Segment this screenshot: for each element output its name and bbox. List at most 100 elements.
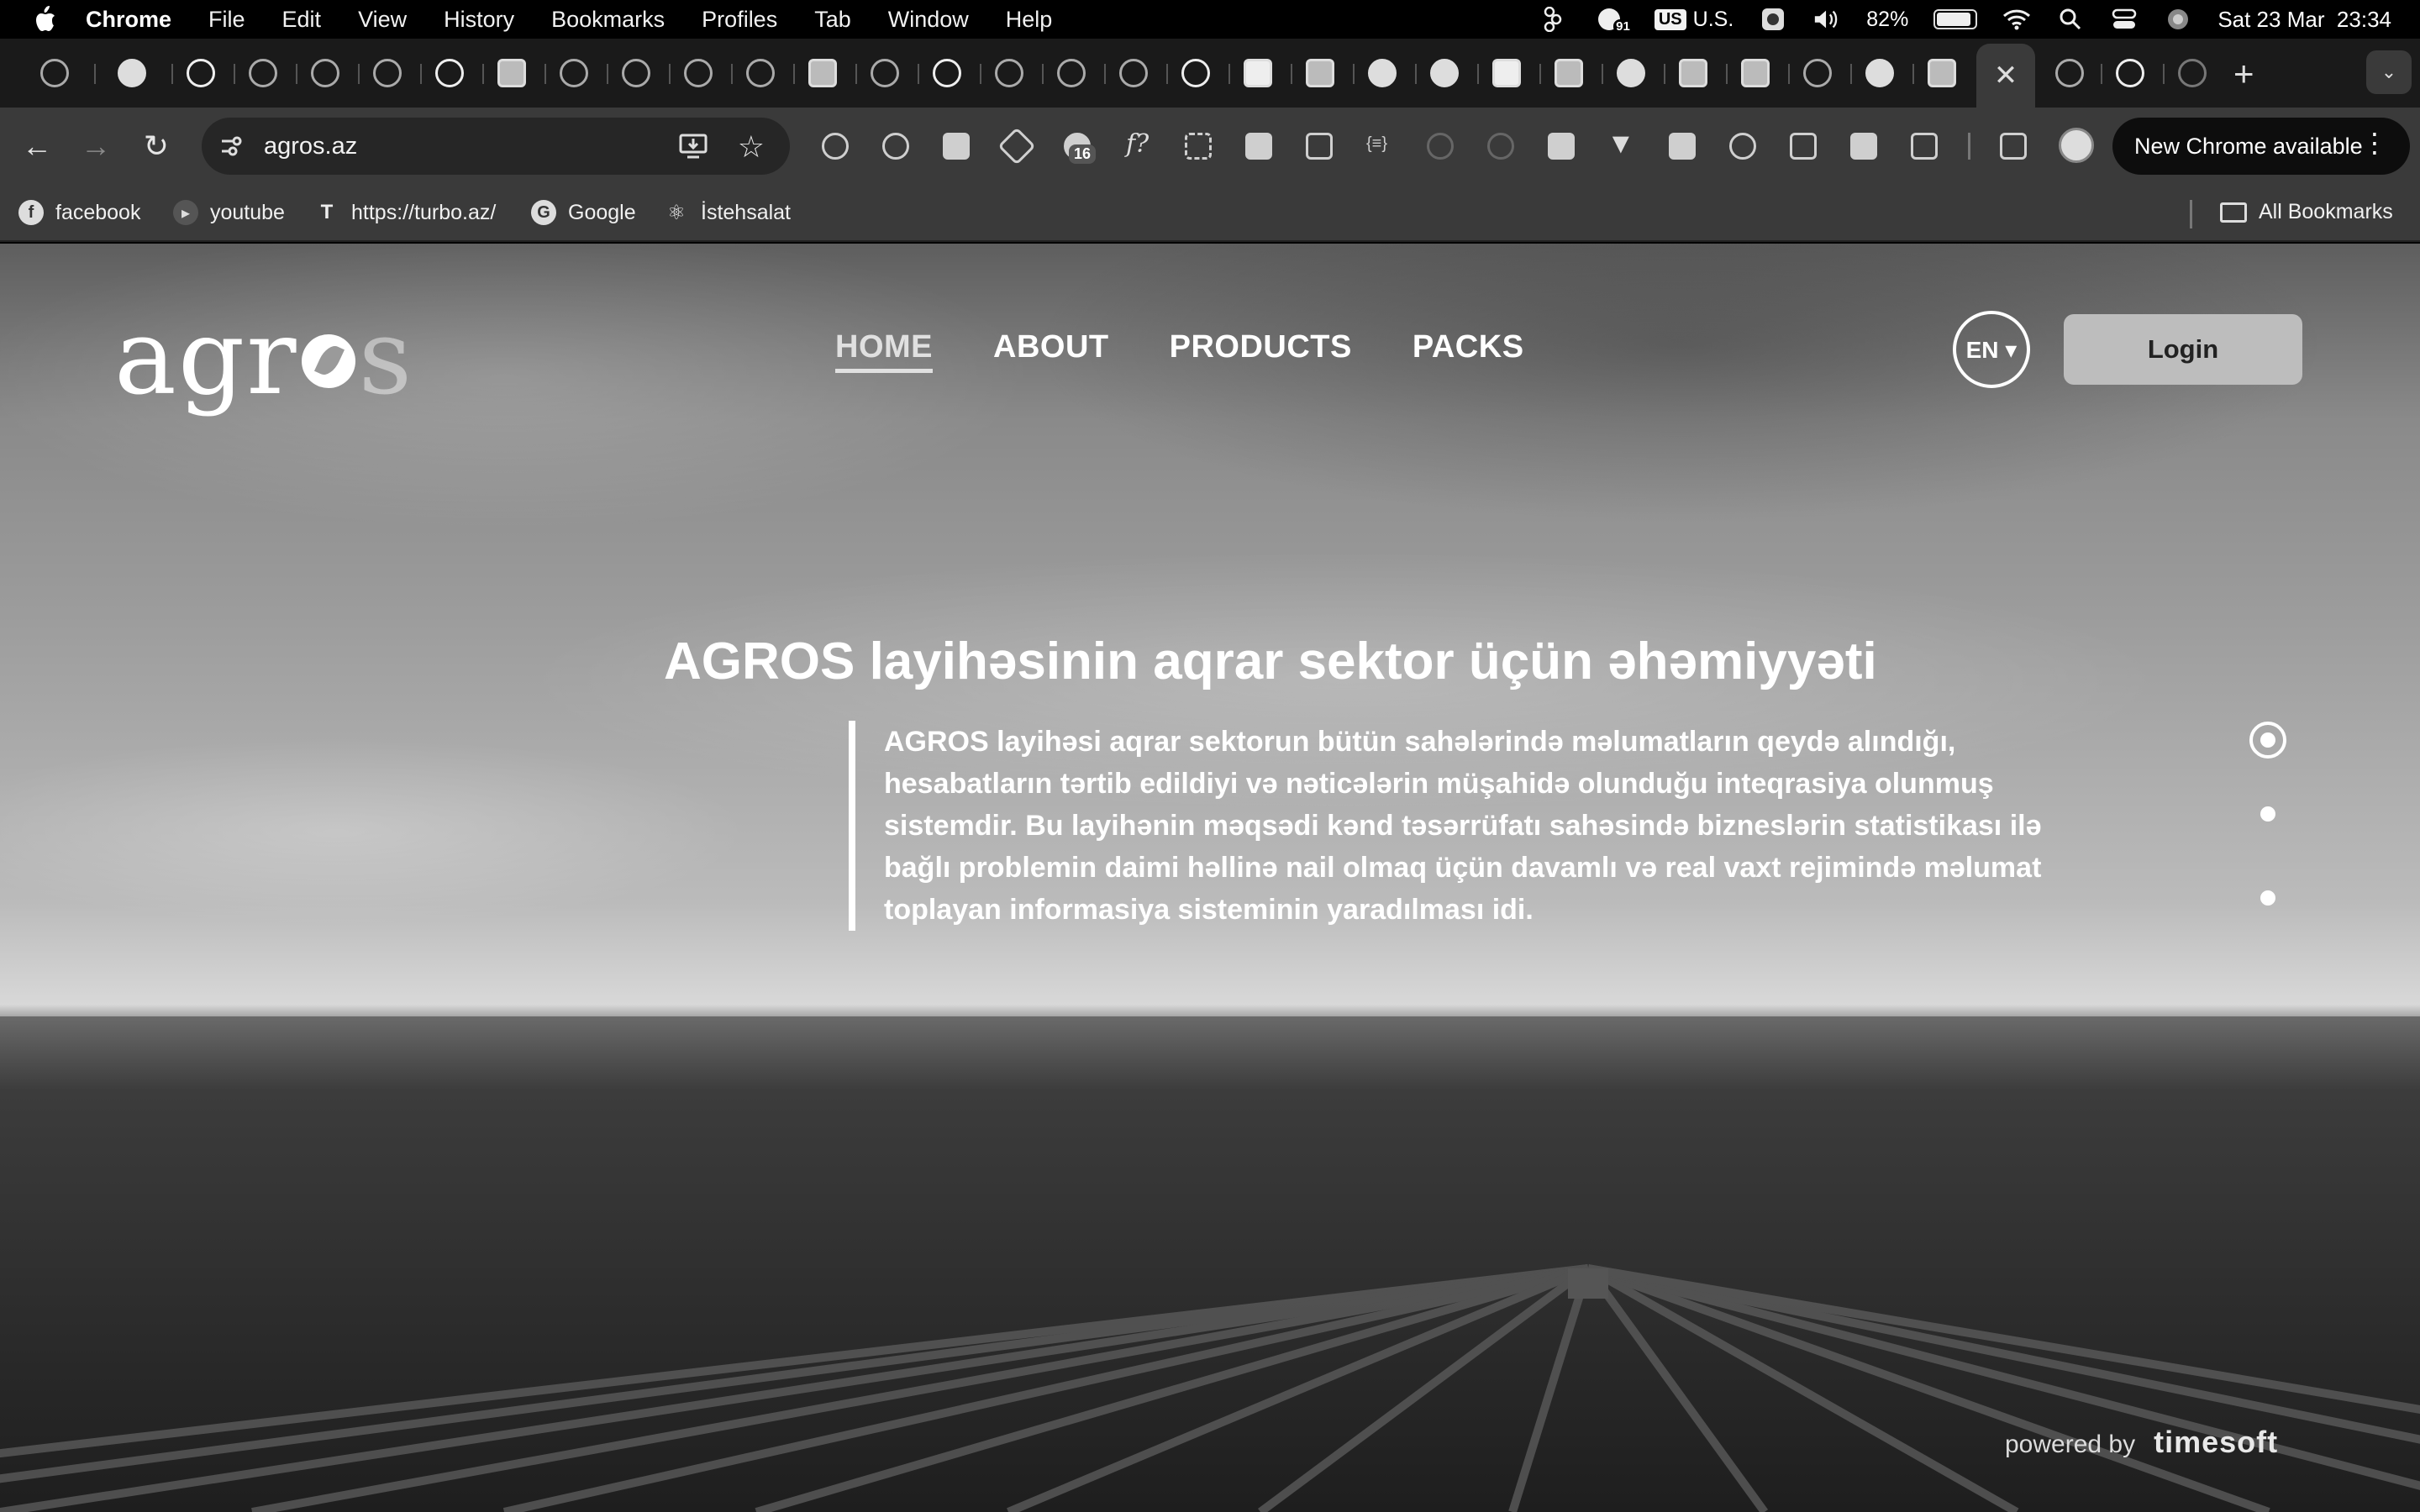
tab-search-chevron-icon[interactable]: ⌄ [2366,50,2412,94]
menu-file[interactable]: File [208,7,245,33]
tab-google-icon[interactable] [2116,59,2144,87]
extension-window-icon[interactable] [1245,133,1272,160]
tab-openai-icon[interactable] [622,59,650,87]
tab-vercel-icon[interactable] [871,59,899,87]
slide-dot-1[interactable] [2249,722,2286,759]
tab-openai-icon[interactable] [1119,59,1148,87]
apple-logo-icon[interactable] [32,5,57,34]
site-settings-icon[interactable] [218,134,244,159]
figma-icon[interactable] [1539,7,1567,32]
app-status-icon[interactable] [1759,7,1787,32]
menu-edit[interactable]: Edit [282,7,322,33]
tab-chatgpt-icon[interactable] [808,59,837,87]
tab-github-icon[interactable] [2055,59,2084,87]
tab-openai-icon[interactable] [995,59,1023,87]
extension-tag-icon[interactable] [1850,133,1877,160]
tab-github-icon[interactable] [1057,59,1086,87]
bookmark-turbo[interactable]: T https://turbo.az/ [314,200,497,225]
tab-chatgpt-icon[interactable] [40,59,69,87]
clock[interactable]: Sat 23 Mar 23:34 [2217,7,2391,33]
tab-site-icon[interactable] [118,59,146,87]
language-selector[interactable]: EN ▾ [1953,311,2030,388]
extension-cast-icon[interactable] [1790,133,1817,160]
extension-vue-icon[interactable]: ▼ [1607,128,1635,160]
spotlight-search-icon[interactable] [2056,7,2085,32]
menu-profiles[interactable]: Profiles [702,7,777,33]
bookmark-istehsalat[interactable]: ⚛ İstehsalat [664,200,791,225]
tab-perplexity-icon[interactable] [1803,59,1832,87]
extension-bug-icon[interactable] [1487,133,1514,160]
nav-home[interactable]: HOME [835,329,933,373]
tab-linkedin-icon[interactable] [1555,59,1583,87]
tab-stack-icon[interactable] [1679,59,1707,87]
tab-globe-icon[interactable] [1368,59,1397,87]
slide-dot-3[interactable] [2260,890,2275,906]
extension-function-icon[interactable]: f? [1126,129,1149,159]
extension-target-icon[interactable] [882,133,909,160]
all-bookmarks-button[interactable]: All Bookmarks [2220,200,2393,224]
tab-perplexity-icon[interactable] [933,59,961,87]
menu-view[interactable]: View [358,7,407,33]
tab-globe-icon[interactable] [1865,59,1894,87]
slide-dot-2[interactable] [2260,806,2275,822]
bookmark-star-icon[interactable]: ☆ [738,129,765,165]
tab-cloud-icon[interactable] [1928,59,1956,87]
extension-screen-icon[interactable] [1669,133,1696,160]
agros-logo[interactable]: agr s [114,297,413,418]
tab-codesandbox-icon[interactable] [1244,59,1272,87]
wifi-icon[interactable] [2002,7,2031,32]
volume-icon[interactable] [1812,7,1841,32]
more-menu-icon[interactable]: ⋮ [2361,129,2388,156]
bookmark-youtube[interactable]: ▸ youtube [173,200,285,225]
forward-arrow-icon[interactable]: → [76,126,116,166]
input-source-indicator[interactable]: US U.S. [1654,8,1733,32]
url-text[interactable]: agros.az [264,133,357,160]
side-panel-icon[interactable] [2000,133,2027,160]
profile-avatar[interactable] [2059,128,2094,163]
notification-app-icon[interactable]: 91 [1592,7,1633,34]
extension-diamond-icon[interactable] [997,127,1036,165]
extension-gem-icon[interactable] [1427,133,1454,160]
battery-icon[interactable] [1933,9,1978,29]
bookmark-google[interactable]: G Google [531,200,636,225]
tab-globe-icon[interactable] [1617,59,1645,87]
extensions-puzzle-icon[interactable] [1911,133,1938,160]
install-app-icon[interactable] [679,133,708,160]
extension-json-icon[interactable]: {≡} [1366,134,1387,154]
extension-camera-icon[interactable] [1306,133,1333,160]
extension-screenshot-icon[interactable] [1185,133,1212,160]
active-tab-close-icon[interactable]: ✕ [1976,44,2035,108]
menu-app-name[interactable]: Chrome [86,7,171,33]
menu-help[interactable]: Help [1006,7,1053,33]
nav-products[interactable]: PRODUCTS [1170,329,1352,373]
nav-about[interactable]: ABOUT [993,329,1109,373]
tab-github-icon[interactable] [187,59,215,87]
menu-tab[interactable]: Tab [814,7,851,33]
tab-stack-icon[interactable] [1741,59,1770,87]
menu-window[interactable]: Window [888,7,969,33]
menu-bookmarks[interactable]: Bookmarks [551,7,665,33]
extension-react-icon[interactable] [822,133,849,160]
tab-bolt-icon[interactable] [1492,59,1521,87]
extension-shield-icon[interactable] [1729,133,1756,160]
tab-chatgpt-icon[interactable] [435,59,464,87]
bookmark-facebook[interactable]: f facebook [18,200,140,225]
nav-packs[interactable]: PACKS [1413,329,1524,373]
tab-triangle-icon[interactable] [684,59,713,87]
back-arrow-icon[interactable]: ← [17,126,57,166]
tab-chart-icon[interactable] [1306,59,1334,87]
update-chrome-button[interactable]: New Chrome available ⋮ [2112,118,2410,175]
extension-file-icon[interactable] [943,133,970,160]
tab-chatgpt-icon[interactable] [1181,59,1210,87]
login-button[interactable]: Login [2064,314,2302,385]
tab-openai-icon[interactable] [311,59,339,87]
control-center-icon[interactable] [2110,7,2139,32]
reload-icon[interactable]: ↻ [136,126,176,166]
extension-translate-icon[interactable] [1548,133,1575,160]
tab-x-icon[interactable] [2178,59,2207,87]
tab-github-icon[interactable] [746,59,775,87]
tab-cf-icon[interactable] [1430,59,1459,87]
new-tab-icon[interactable]: + [2233,54,2254,94]
address-bar[interactable]: agros.az ☆ [202,118,790,175]
siri-icon[interactable] [2164,7,2192,32]
